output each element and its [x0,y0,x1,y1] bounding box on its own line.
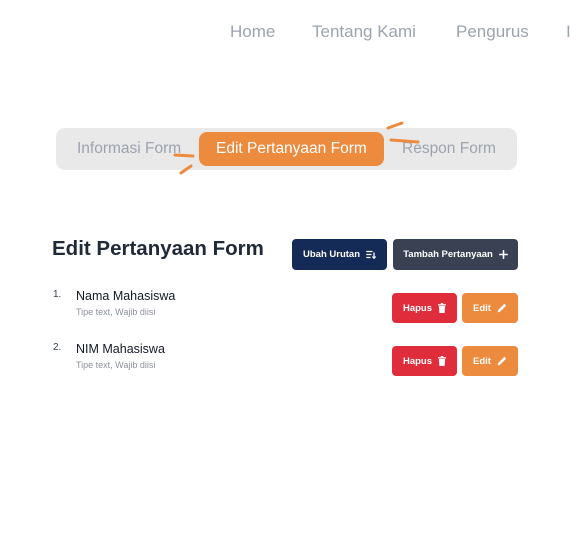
delete-button-label: Hapus [402,302,433,314]
question-meta: Tipe text, Wajib diisi [76,307,156,317]
highlight-strokes [173,121,420,175]
trash-icon [438,356,447,366]
delete-question-button[interactable]: Hapus [392,293,457,323]
edit-button-label: Edit [473,302,491,314]
nav-tentang-kami[interactable]: Tentang Kami [312,22,416,42]
add-question-button[interactable]: Tambah Pertanyaan [393,239,518,270]
pencil-icon [497,356,507,366]
page-title: Edit Pertanyaan Form [52,237,264,260]
question-number: 1. [53,289,62,300]
question-title: Nama Mahasiswa [76,289,176,303]
question-meta: Tipe text, Wajib diisi [76,360,156,370]
sort-icon [366,250,376,259]
delete-question-button[interactable]: Hapus [392,346,457,376]
plus-icon [498,250,508,259]
edit-button-label: Edit [473,355,491,367]
trash-icon [438,303,447,313]
nav-item-truncated[interactable]: I [566,22,570,42]
tab-edit-pertanyaan-form[interactable]: Edit Pertanyaan Form [199,132,384,166]
question-number: 2. [53,342,62,353]
delete-button-label: Hapus [402,355,433,367]
edit-question-button[interactable]: Edit [462,346,518,376]
tab-respon-form[interactable]: Respon Form [402,128,496,170]
pencil-icon [497,303,507,313]
question-title: NIM Mahasiswa [76,342,165,356]
add-question-button-label: Tambah Pertanyaan [403,249,493,260]
reorder-button-label: Ubah Urutan [303,249,360,260]
form-tabs: Informasi Form Edit Pertanyaan Form Resp… [56,128,517,170]
nav-home[interactable]: Home [230,22,275,42]
nav-pengurus[interactable]: Pengurus [456,22,529,42]
reorder-button[interactable]: Ubah Urutan [292,239,387,270]
top-nav: Home Tentang Kami Pengurus I [0,22,570,48]
tab-informasi-form[interactable]: Informasi Form [77,128,181,170]
edit-question-button[interactable]: Edit [462,293,518,323]
